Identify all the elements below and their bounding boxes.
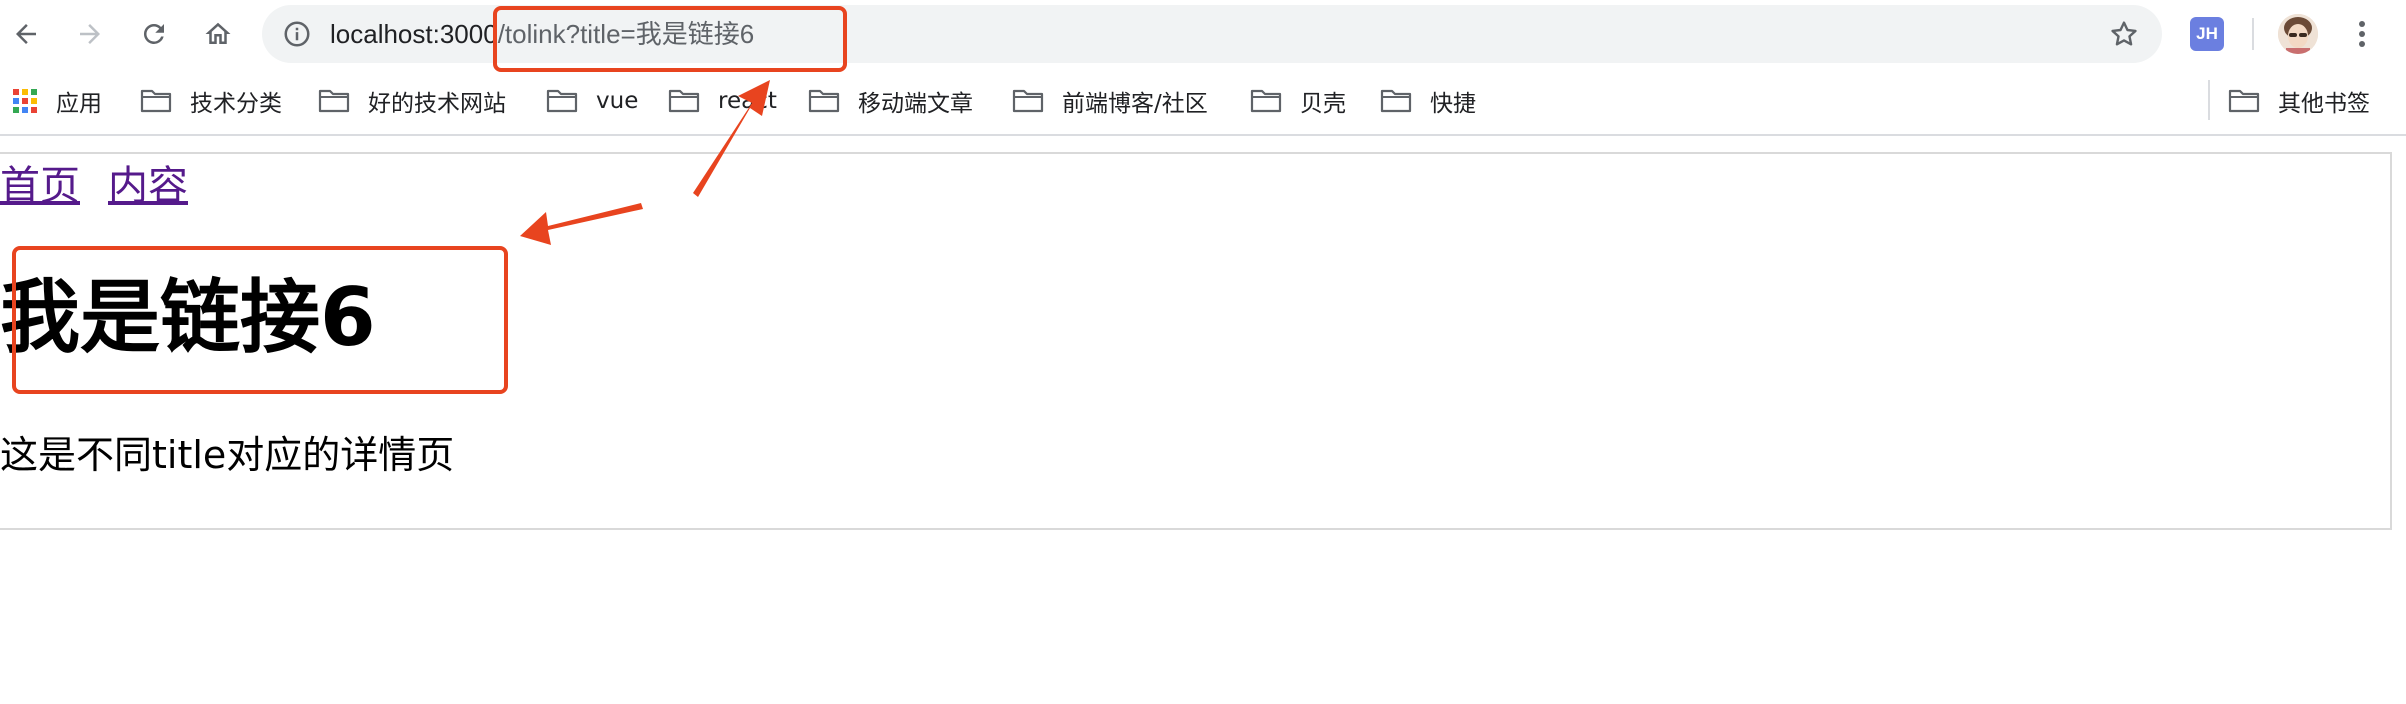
bookmark-apps[interactable]: 应用 [12,82,102,120]
bookmark-label: 技术分类 [190,91,282,117]
vertical-dots-icon[interactable] [2352,14,2372,54]
info-icon[interactable] [282,19,312,49]
home-button[interactable] [196,12,240,56]
bookmark-label: 好的技术网站 [368,91,506,117]
folder-icon [668,89,700,113]
bookmark-folder[interactable]: 技术分类 [140,82,282,120]
arrow-left-icon [16,24,36,44]
folder-icon [1380,89,1412,113]
folder-icon [808,89,840,113]
bookmark-other-label: 其他书签 [2278,91,2370,117]
page-nav: 首页 内容 [0,158,216,214]
url-host: localhost:3000 [330,19,498,49]
nav-link-home[interactable]: 首页 [0,163,80,209]
extension-jh-button[interactable]: JH [2190,17,2224,51]
bookmark-label: 移动端文章 [858,91,973,117]
folder-icon [1250,89,1282,113]
bookmarks-bar: 应用 技术分类 好的技术网站 vue react 移动端文章 前端博客/社区 贝… [0,68,2406,136]
bookmark-folder[interactable]: 好的技术网站 [318,82,506,120]
folder-icon [1012,89,1044,113]
bookmark-folder[interactable]: 快捷 [1380,82,1476,120]
nav-link-content[interactable]: 内容 [108,163,188,209]
bookmark-folder[interactable]: 贝壳 [1250,82,1346,120]
folder-icon [546,89,578,113]
reload-icon [143,23,164,44]
bookmark-label: 前端博客/社区 [1062,91,1208,117]
bookmark-label: react [718,88,777,114]
forward-button[interactable] [68,12,112,56]
bookmark-folder[interactable]: 移动端文章 [808,82,973,120]
heading-highlight-box [12,246,508,394]
toolbar-divider [2252,18,2254,50]
bookmark-folder[interactable]: react [668,82,777,120]
folder-icon [140,89,172,113]
bookmark-folder[interactable]: vue [546,82,638,120]
bookmark-label: 贝壳 [1300,91,1346,117]
avatar[interactable] [2278,14,2318,54]
bookmark-other[interactable]: 其他书签 [2228,82,2370,120]
back-button[interactable] [4,12,48,56]
home-icon [205,22,231,44]
bookmark-label: 快捷 [1430,91,1476,117]
page-description: 这是不同title对应的详情页 [0,433,455,477]
bookmark-label: vue [596,88,639,114]
avatar-image [2278,14,2318,54]
url-highlight-box [493,6,847,72]
bookmarks-divider [2208,80,2210,120]
folder-icon [318,89,350,113]
reload-button[interactable] [132,12,176,56]
bookmark-apps-label: 应用 [56,91,102,117]
apps-grid-icon [13,89,37,113]
folder-icon [2228,89,2260,113]
browser-toolbar: localhost:3000/tolink?title=我是链接6 JH [0,0,2406,68]
star-icon[interactable] [2108,18,2140,50]
arrow-right-icon [80,24,100,44]
bookmark-folder[interactable]: 前端博客/社区 [1012,82,1208,120]
